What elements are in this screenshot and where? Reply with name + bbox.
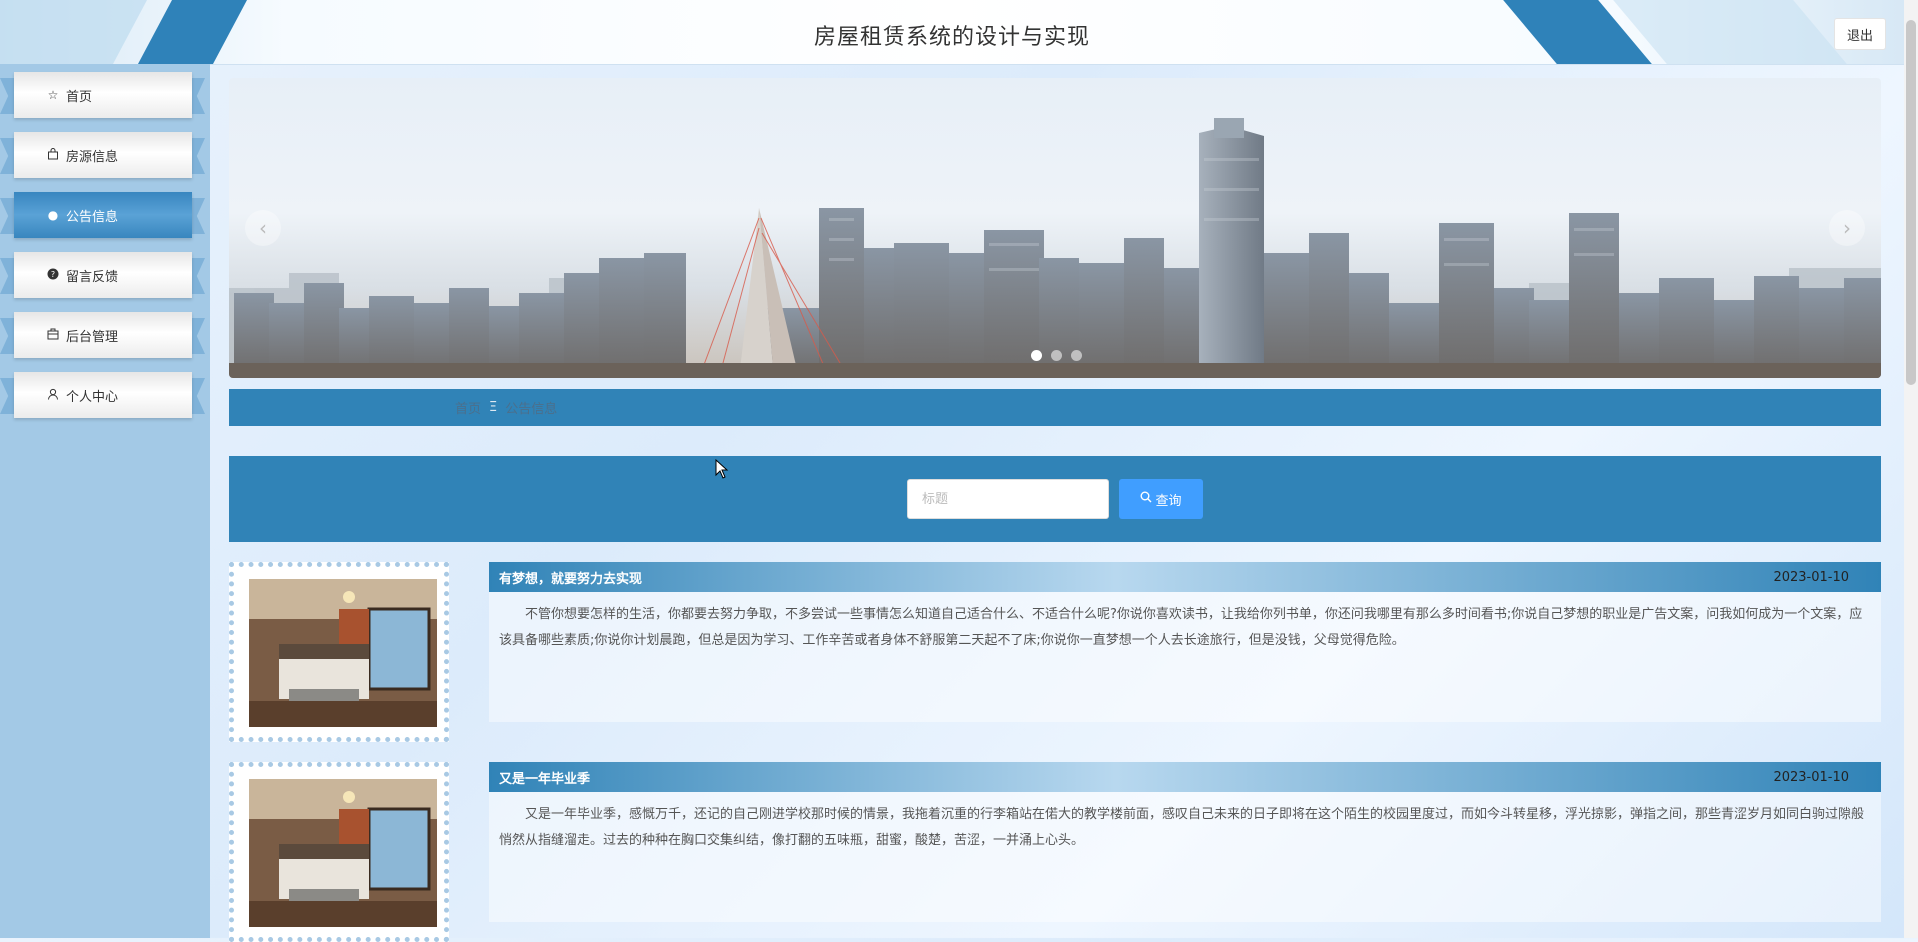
news-summary: 不管你想要怎样的生活，你都要去努力争取，不多尝试一些事情怎么知道自己适合什么、不…	[499, 607, 1863, 648]
chevron-left-icon: ‹	[259, 216, 267, 240]
sidebar-item-card[interactable]: ☆ 首页	[14, 72, 192, 118]
carousel-indicators	[1031, 350, 1082, 361]
sidebar-item-admin[interactable]: 后台管理	[0, 312, 210, 362]
breadcrumb-current: 公告信息	[505, 402, 558, 417]
news-header: 有梦想，就要努力去实现 2023-01-10	[489, 562, 1881, 592]
sidebar-item-announcements[interactable]: ● 公告信息	[0, 192, 210, 242]
sidebar-item-listings[interactable]: 房源信息	[0, 132, 210, 182]
sidebar-item-label: 公告信息	[66, 209, 119, 225]
news-thumbnail-frame	[229, 562, 449, 742]
sidebar-item-card[interactable]: ? 留言反馈	[14, 252, 192, 298]
sidebar-item-card[interactable]: 房源信息	[14, 132, 192, 178]
sidebar-item-label: 留言反馈	[66, 269, 119, 285]
banner-carousel[interactable]: ‹ ›	[229, 78, 1881, 378]
search-bar: 查询	[229, 456, 1881, 542]
question-circle-icon: ?	[46, 268, 60, 283]
carousel-dot[interactable]	[1031, 350, 1042, 361]
search-icon	[1140, 491, 1152, 507]
sidebar-item-label: 个人中心	[66, 389, 119, 405]
breadcrumb-home-link[interactable]: 首页	[455, 398, 481, 417]
bedroom-photo[interactable]	[249, 579, 437, 727]
sidebar-item-card[interactable]: 后台管理	[14, 312, 192, 358]
news-content-box: 有梦想，就要努力去实现 2023-01-10 不管你想要怎样的生活，你都要去努力…	[489, 562, 1881, 722]
bedroom-photo[interactable]	[249, 779, 437, 927]
sidebar-item-label: 首页	[66, 89, 93, 105]
page-scrollbar[interactable]	[1904, 0, 1918, 938]
page-title: 房屋租赁系统的设计与实现	[813, 25, 1090, 50]
news-date: 2023-01-10	[1773, 769, 1849, 785]
sidebar-item-label: 房源信息	[66, 149, 119, 165]
scrollbar-thumb[interactable]	[1906, 20, 1916, 385]
search-button[interactable]: 查询	[1119, 479, 1203, 519]
breadcrumb: 首页 Ξ 公告信息	[229, 389, 1881, 426]
sidebar-item-card[interactable]: ● 公告信息	[14, 192, 192, 238]
breadcrumb-separator: Ξ	[489, 400, 498, 415]
user-icon	[46, 388, 60, 403]
news-title[interactable]: 又是一年毕业季	[499, 768, 590, 787]
list-item[interactable]: 又是一年毕业季 2023-01-10 又是一年毕业季，感慨万千，还记的自己刚进学…	[229, 762, 1881, 942]
news-summary: 又是一年毕业季，感慨万千，还记的自己刚进学校那时候的情景，我拖着沉重的行李箱站在…	[499, 807, 1865, 848]
bag-icon	[46, 147, 60, 163]
circle-icon: ●	[47, 208, 59, 222]
sidebar-item-card[interactable]: 个人中心	[14, 372, 192, 418]
title-search-input[interactable]	[907, 479, 1109, 519]
news-thumbnail-frame	[229, 762, 449, 942]
star-icon: ☆	[47, 88, 59, 102]
top-header: 房屋租赁系统的设计与实现 退出	[0, 0, 1904, 65]
sidebar-item-label: 后台管理	[66, 329, 119, 345]
logout-button[interactable]: 退出	[1834, 18, 1886, 50]
carousel-dot[interactable]	[1051, 350, 1062, 361]
carousel-prev-button[interactable]: ‹	[245, 210, 281, 246]
news-title[interactable]: 有梦想，就要努力去实现	[499, 568, 642, 587]
search-button-label: 查询	[1155, 493, 1182, 509]
sidebar-item-home[interactable]: ☆ 首页	[0, 72, 210, 122]
chevron-right-icon: ›	[1843, 216, 1851, 240]
news-header: 又是一年毕业季 2023-01-10	[489, 762, 1881, 792]
city-skyline-image	[229, 118, 1881, 378]
news-date: 2023-01-10	[1773, 569, 1849, 585]
news-content-box: 又是一年毕业季 2023-01-10 又是一年毕业季，感慨万千，还记的自己刚进学…	[489, 762, 1881, 922]
svg-text:?: ?	[51, 270, 55, 279]
sidebar-item-feedback[interactable]: ? 留言反馈	[0, 252, 210, 302]
carousel-next-button[interactable]: ›	[1829, 210, 1865, 246]
list-item[interactable]: 有梦想，就要努力去实现 2023-01-10 不管你想要怎样的生活，你都要去努力…	[229, 562, 1881, 742]
box-icon	[46, 328, 60, 343]
carousel-dot[interactable]	[1071, 350, 1082, 361]
sidebar-item-profile[interactable]: 个人中心	[0, 372, 210, 422]
sidebar: ☆ 首页 房源信息 ● 公告信息 ? 留言反馈 后台管理 个人中心	[0, 64, 210, 938]
mouse-cursor-icon	[715, 459, 729, 479]
